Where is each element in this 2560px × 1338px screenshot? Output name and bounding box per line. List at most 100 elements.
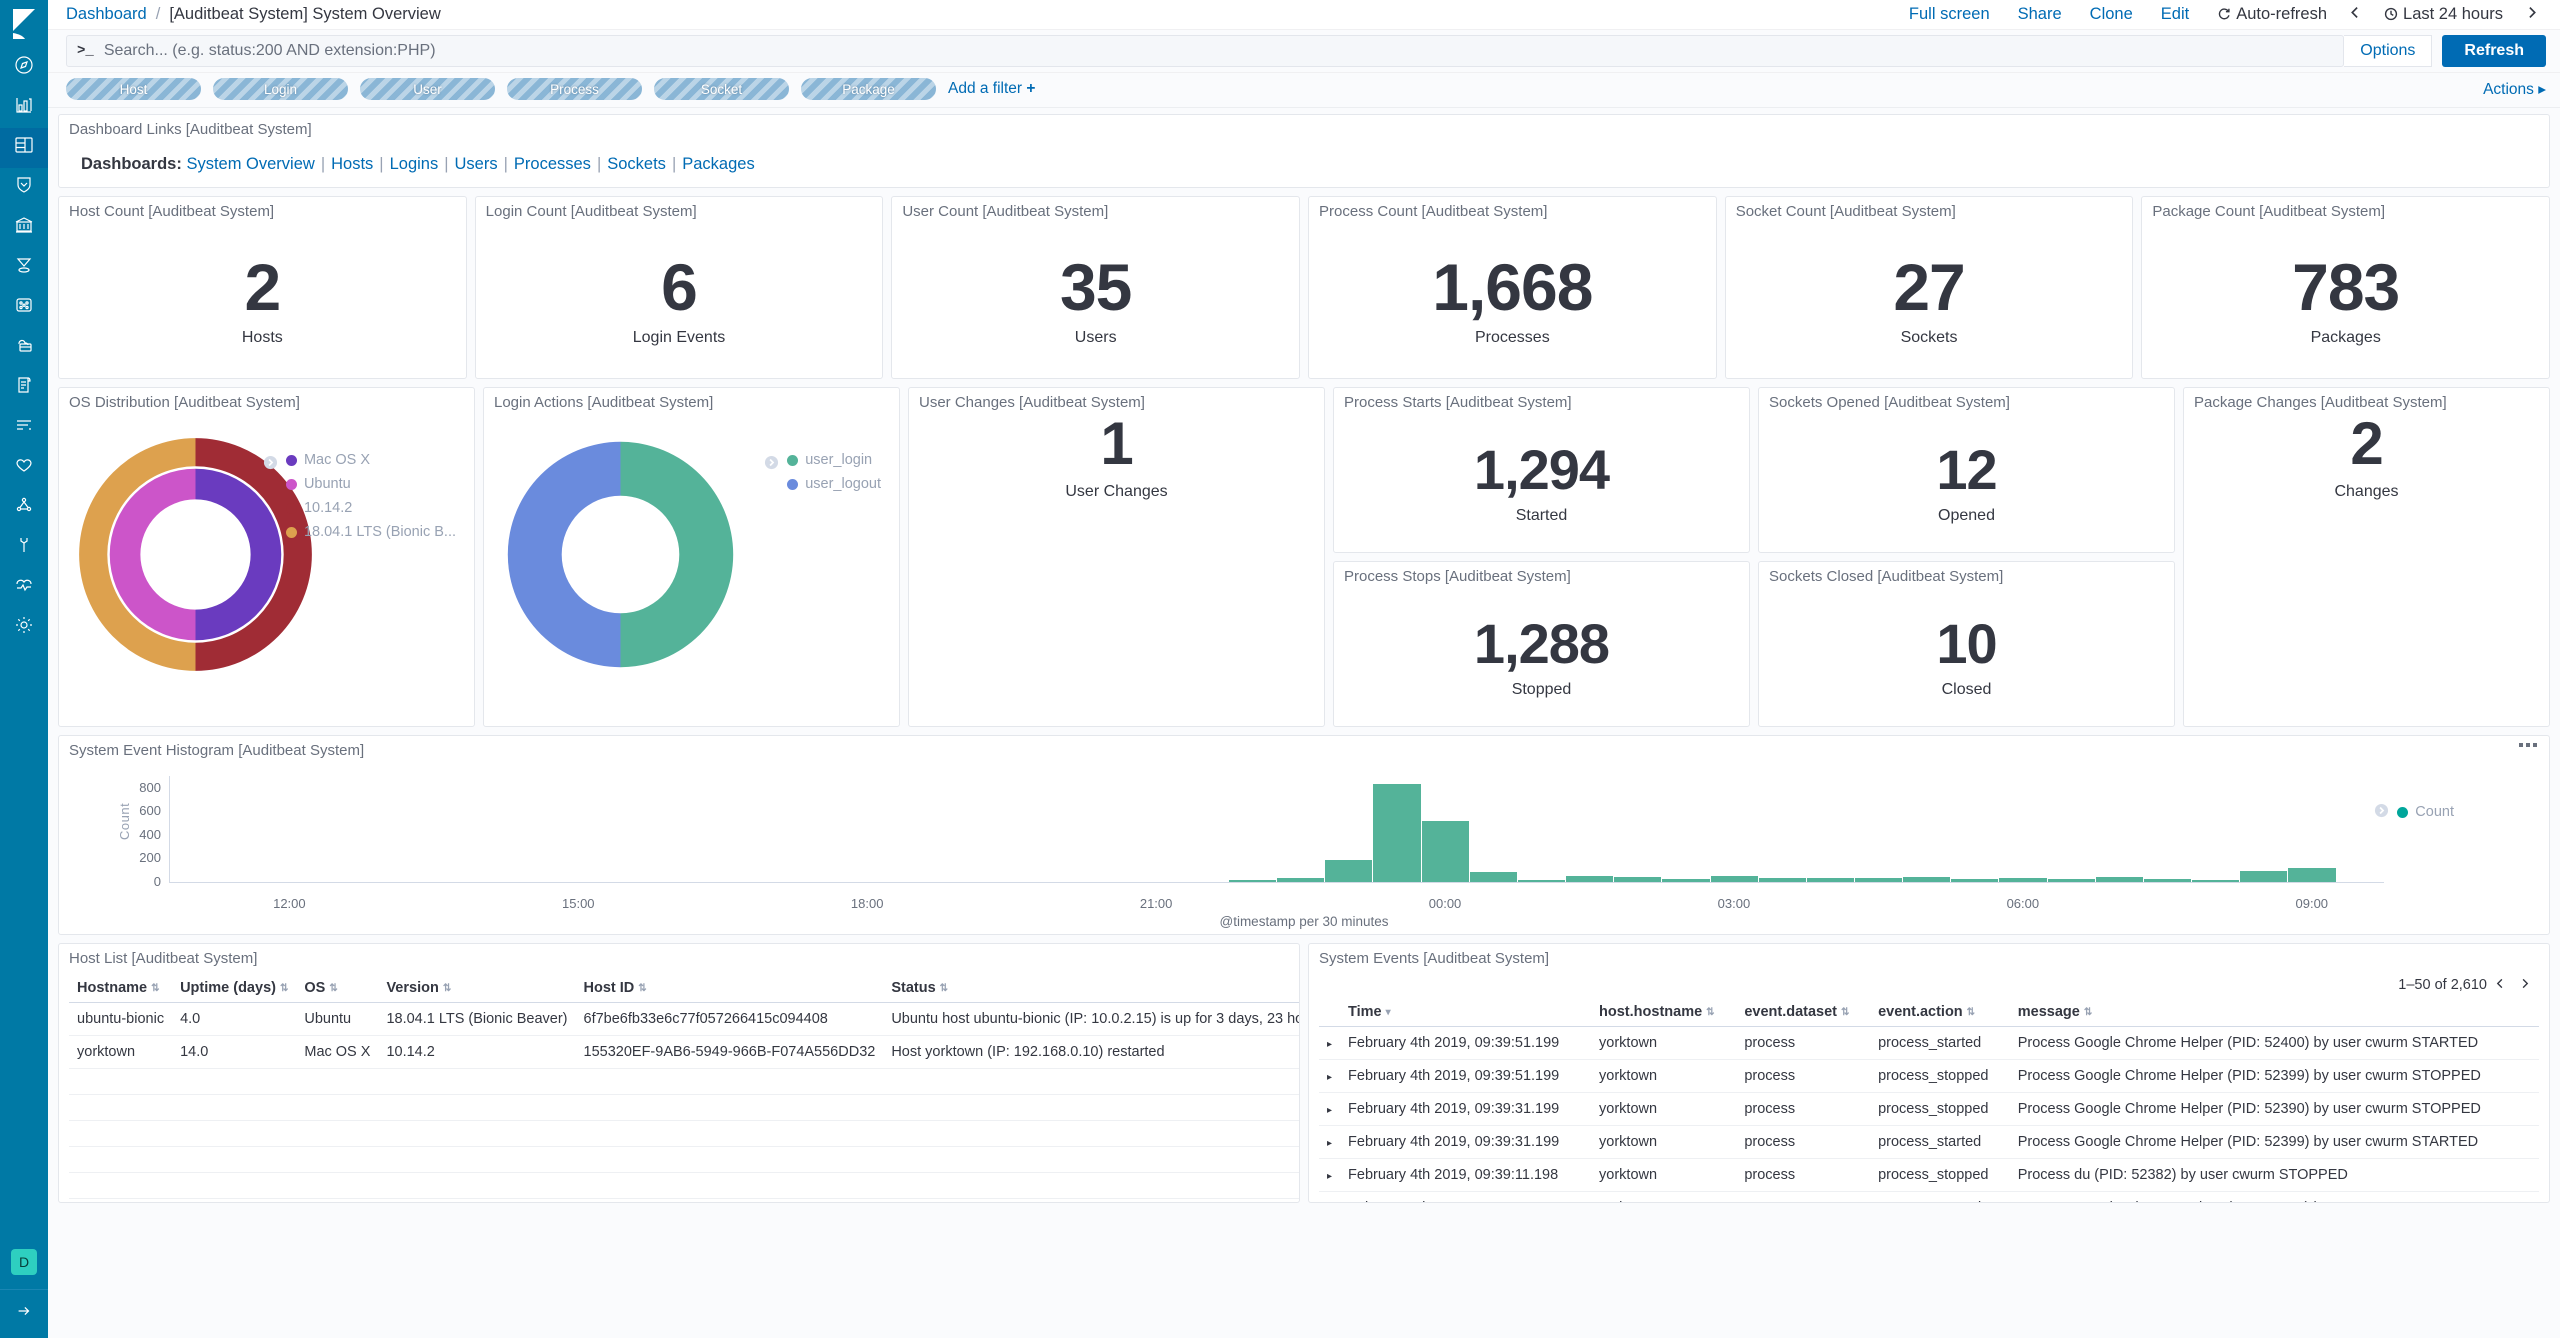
sidebar-item-management[interactable] bbox=[0, 608, 48, 648]
link-packages[interactable]: Packages bbox=[682, 155, 754, 173]
legend-item[interactable]: Count bbox=[2397, 804, 2454, 820]
histogram-bar[interactable] bbox=[1422, 821, 1469, 882]
table-row[interactable]: ubuntu-bionic4.0Ubuntu18.04.1 LTS (Bioni… bbox=[69, 1003, 1300, 1036]
filter-pill-socket[interactable]: Socket bbox=[654, 78, 789, 100]
filter-pill-process[interactable]: Process bbox=[507, 78, 642, 100]
histogram-plot[interactable] bbox=[169, 776, 2384, 882]
sidebar-item-siem[interactable] bbox=[0, 168, 48, 208]
table-row[interactable]: ▸February 4th 2019, 09:39:11.198yorktown… bbox=[1319, 1159, 2539, 1192]
expand-row-button[interactable]: ▸ bbox=[1319, 1192, 1340, 1204]
sidebar-item-canvas[interactable] bbox=[0, 208, 48, 248]
expand-row-button[interactable]: ▸ bbox=[1319, 1027, 1340, 1060]
edit-button[interactable]: Edit bbox=[2147, 5, 2203, 24]
sidebar-item-uptime[interactable] bbox=[0, 448, 48, 488]
histogram-bar[interactable] bbox=[1325, 860, 1372, 882]
sort-icon[interactable]: ⇅ bbox=[1706, 1007, 1714, 1018]
histogram-bar[interactable] bbox=[1373, 784, 1420, 882]
expand-row-button[interactable]: ▸ bbox=[1319, 1159, 1340, 1192]
sort-icon[interactable]: ⇅ bbox=[151, 983, 159, 994]
add-filter-button[interactable]: Add a filter + bbox=[948, 80, 1035, 98]
column-header[interactable]: message⇅ bbox=[2010, 998, 2539, 1027]
column-header[interactable]: OS⇅ bbox=[296, 974, 378, 1003]
clone-button[interactable]: Clone bbox=[2076, 5, 2147, 24]
column-header[interactable]: Status⇅ bbox=[883, 974, 1300, 1003]
avatar[interactable]: D bbox=[11, 1249, 37, 1275]
sidebar-item-discover[interactable] bbox=[0, 48, 48, 88]
sidebar-item-apm[interactable] bbox=[0, 488, 48, 528]
sidebar-item-visualize[interactable] bbox=[0, 88, 48, 128]
expand-row-button[interactable]: ▸ bbox=[1319, 1093, 1340, 1126]
sort-icon[interactable]: ⇅ bbox=[1841, 1007, 1849, 1018]
legend-item[interactable]: Ubuntu bbox=[286, 476, 456, 492]
time-range-button[interactable]: Last 24 hours bbox=[2370, 5, 2517, 24]
time-prev-button[interactable] bbox=[2341, 5, 2370, 24]
login-actions-donut[interactable] bbox=[498, 432, 743, 677]
sidebar-item-logs[interactable] bbox=[0, 368, 48, 408]
legend-toggle-icon[interactable] bbox=[2374, 802, 2389, 824]
kibana-logo[interactable] bbox=[0, 0, 48, 48]
sort-icon[interactable]: ⇅ bbox=[2084, 1007, 2092, 1018]
share-button[interactable]: Share bbox=[2004, 5, 2076, 24]
sort-icon[interactable]: ⇅ bbox=[1967, 1007, 1975, 1018]
expand-row-button[interactable]: ▸ bbox=[1319, 1126, 1340, 1159]
table-row[interactable]: ▸February 4th 2019, 09:39:01.196yorktown… bbox=[1319, 1192, 2539, 1204]
column-header[interactable]: event.dataset⇅ bbox=[1736, 998, 1870, 1027]
sidebar-item-dashboard[interactable] bbox=[0, 128, 48, 168]
full-screen-button[interactable]: Full screen bbox=[1895, 5, 2004, 24]
legend-item[interactable]: user_login bbox=[787, 452, 881, 468]
filter-pill-package[interactable]: Package bbox=[801, 78, 936, 100]
histogram-bar[interactable] bbox=[2288, 868, 2335, 882]
legend-toggle-icon[interactable] bbox=[764, 454, 779, 476]
sidebar-expand-button[interactable] bbox=[0, 1290, 48, 1338]
filter-pill-host[interactable]: Host bbox=[66, 78, 201, 100]
sort-icon[interactable]: ⇅ bbox=[280, 983, 288, 994]
sidebar-item-maps[interactable] bbox=[0, 248, 48, 288]
legend-item[interactable]: 10.14.2 bbox=[286, 500, 456, 516]
column-header[interactable]: Version⇅ bbox=[378, 974, 575, 1003]
refresh-button[interactable]: Refresh bbox=[2442, 35, 2546, 67]
sort-icon[interactable]: ⇅ bbox=[443, 983, 451, 994]
table-row[interactable]: ▸February 4th 2019, 09:39:31.199yorktown… bbox=[1319, 1126, 2539, 1159]
sidebar-item-metrics[interactable] bbox=[0, 408, 48, 448]
auto-refresh-button[interactable]: Auto-refresh bbox=[2203, 5, 2341, 24]
sidebar-item-monitoring[interactable] bbox=[0, 568, 48, 608]
link-processes[interactable]: Processes bbox=[514, 155, 591, 173]
legend-toggle-icon[interactable] bbox=[263, 454, 278, 476]
sidebar-item-machine-learning[interactable] bbox=[0, 288, 48, 328]
legend-item[interactable]: Mac OS X bbox=[286, 452, 456, 468]
column-header[interactable]: Hostname⇅ bbox=[69, 974, 172, 1003]
legend-item[interactable]: user_logout bbox=[787, 476, 881, 492]
pager-next-button[interactable] bbox=[2513, 974, 2535, 996]
pager-prev-button[interactable] bbox=[2489, 974, 2511, 996]
filter-pill-user[interactable]: User bbox=[360, 78, 495, 100]
sidebar-item-infrastructure[interactable] bbox=[0, 328, 48, 368]
time-next-button[interactable] bbox=[2517, 5, 2546, 24]
table-row[interactable]: yorktown14.0Mac OS X10.14.2155320EF-9AB6… bbox=[69, 1036, 1300, 1069]
table-row[interactable]: ▸February 4th 2019, 09:39:51.199yorktown… bbox=[1319, 1060, 2539, 1093]
table-row[interactable]: ▸February 4th 2019, 09:39:51.199yorktown… bbox=[1319, 1027, 2539, 1060]
sort-icon[interactable]: ▾ bbox=[1386, 1007, 1391, 1018]
expand-row-button[interactable]: ▸ bbox=[1319, 1060, 1340, 1093]
options-button[interactable]: Options bbox=[2344, 35, 2432, 67]
table-row[interactable]: ▸February 4th 2019, 09:39:31.199yorktown… bbox=[1319, 1093, 2539, 1126]
histogram-bar[interactable] bbox=[1470, 872, 1517, 882]
column-header[interactable]: Time▾ bbox=[1340, 998, 1591, 1027]
column-header[interactable]: Uptime (days)⇅ bbox=[172, 974, 296, 1003]
breadcrumb-dashboard[interactable]: Dashboard bbox=[66, 5, 147, 24]
link-system-overview[interactable]: System Overview bbox=[186, 155, 314, 173]
actions-menu-button[interactable]: Actions ▸ bbox=[2483, 80, 2546, 99]
histogram-bar[interactable] bbox=[2240, 871, 2287, 882]
search-input[interactable]: >_ Search... (e.g. status:200 AND extens… bbox=[66, 35, 2344, 67]
sort-icon[interactable]: ⇅ bbox=[329, 983, 337, 994]
link-hosts[interactable]: Hosts bbox=[331, 155, 373, 173]
column-header[interactable]: event.action⇅ bbox=[1870, 998, 2010, 1027]
sort-icon[interactable]: ⇅ bbox=[638, 983, 646, 994]
link-logins[interactable]: Logins bbox=[390, 155, 439, 173]
column-header[interactable]: Host ID⇅ bbox=[576, 974, 884, 1003]
link-users[interactable]: Users bbox=[455, 155, 498, 173]
sidebar-item-dev-tools[interactable] bbox=[0, 528, 48, 568]
filter-pill-login[interactable]: Login bbox=[213, 78, 348, 100]
column-header[interactable]: host.hostname⇅ bbox=[1591, 998, 1736, 1027]
sort-icon[interactable]: ⇅ bbox=[940, 983, 948, 994]
legend-item[interactable]: 18.04.1 LTS (Bionic B... bbox=[286, 524, 456, 540]
